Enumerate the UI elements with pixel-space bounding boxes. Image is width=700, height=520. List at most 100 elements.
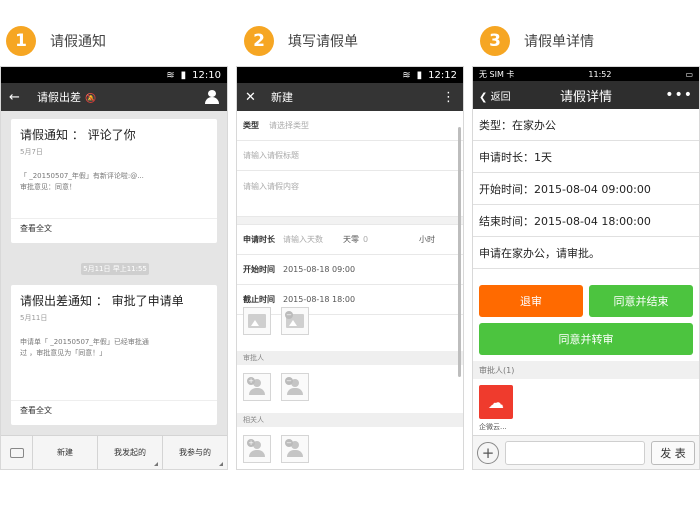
app-bar: ← 请假出差 🔕 [1, 83, 227, 111]
detail-type: 类型：在家办公 [473, 109, 699, 141]
card-title: 请假出差通知 ： 审批了申请单 [20, 294, 184, 308]
title-input[interactable]: 请输入请假标题 [237, 141, 463, 171]
card-body: 申请单「 _20150507_年假」已经审批通 过 ，审批意见为「同意！」 [20, 337, 208, 359]
card-body-line: 过 ，审批意见为「同意！」 [20, 349, 107, 357]
keyboard-toggle[interactable] [1, 435, 33, 469]
end-time-value: 2015-08-18 18:00 [283, 295, 356, 304]
step-label: 请假通知 [50, 34, 106, 50]
scrollbar[interactable] [458, 127, 461, 377]
status-bar: ≋ ▮ 12:12 [237, 67, 463, 83]
back-button[interactable]: ❮ 返回 [479, 88, 511, 103]
phone-notification-screen: ≋ ▮ 12:10 ← 请假出差 🔕 请假通知 ： 评论了你 5月7日 「 _20… [0, 66, 228, 470]
card-date: 5月7日 [20, 148, 43, 156]
chat-title: 请假出差 [37, 91, 81, 104]
bottom-menu-bar: 新建 我发起的 我参与的 [1, 435, 227, 469]
spacer [237, 217, 463, 225]
remove-image-button[interactable]: − [281, 307, 309, 335]
profile-icon[interactable] [205, 90, 219, 104]
type-field[interactable]: 类型 请选择类型 [237, 111, 463, 141]
step-number-badge: 1 [6, 26, 36, 56]
card-date: 5月11日 [20, 314, 48, 322]
card-title: 请假通知 ： 评论了你 [20, 128, 136, 142]
more-vertical-icon[interactable]: ⋮ [442, 90, 455, 105]
start-time-field[interactable]: 开始时间 2015-08-18 09:00 [237, 255, 463, 285]
avatar: ☁ [479, 385, 513, 419]
plus-icon: + [247, 377, 255, 385]
image-icon [248, 314, 266, 328]
step-label: 请假单详情 [524, 34, 594, 50]
cloud-icon: ☁ [488, 392, 504, 412]
carrier-label: 无 SIM 卡 [479, 69, 515, 79]
field-label: 类型 [243, 121, 259, 130]
status-time: 12:10 [192, 69, 221, 81]
approver-item[interactable]: ☁ 企微云... [479, 385, 513, 432]
duration-field: 申请时长 请输入天数 天零 0 小时 [237, 225, 463, 255]
plus-icon[interactable]: + [477, 441, 499, 464]
notification-card[interactable]: 请假通知 ： 评论了你 5月7日 「 _20150507_年假」有新评论啦:@.… [11, 119, 217, 243]
more-horizontal-icon[interactable]: ••• [665, 87, 693, 103]
signal-icon: ▮ [180, 69, 187, 81]
status-time: 12:12 [428, 69, 457, 81]
detail-duration: 申请时长：1天 [473, 141, 699, 173]
related-section-header: 相关人 [237, 413, 463, 427]
card-body-line: 「 _20150507_年假」有新评论啦:@... [20, 172, 144, 180]
field-label: 开始时间 [243, 265, 275, 274]
start-time-value: 2015-08-18 09:00 [283, 265, 356, 274]
step-1-heading: 1 请假通知 [6, 26, 106, 56]
add-related-button[interactable]: + [243, 435, 271, 463]
menu-label: 我发起的 [114, 448, 146, 457]
approve-forward-button[interactable]: 同意并转审 [479, 323, 693, 355]
view-full-link[interactable]: 查看全文 [20, 405, 52, 416]
add-approver-button[interactable]: + [243, 373, 271, 401]
plus-icon: + [247, 439, 255, 447]
hours-input[interactable]: 0 [363, 235, 419, 244]
remove-related-button[interactable]: − [281, 435, 309, 463]
send-button[interactable]: 发 表 [651, 440, 695, 465]
divider [11, 400, 217, 401]
step-2-heading: 2 填写请假单 [244, 26, 358, 56]
phone-new-request-screen: ≋ ▮ 12:12 ✕ 新建 ⋮ 类型 请选择类型 请输入请假标题 请输入请假内… [236, 66, 464, 470]
wifi-icon: ≋ [166, 69, 175, 81]
menu-initiated[interactable]: 我发起的 [98, 435, 163, 469]
timestamp-pill: 5月11日 早上11:55 [81, 263, 149, 275]
chevron-left-icon: ❮ [479, 91, 488, 103]
detail-content: 申请在家办公，请审批。 [473, 237, 699, 269]
close-icon[interactable]: ✕ [245, 90, 259, 105]
view-full-link[interactable]: 查看全文 [20, 223, 52, 234]
card-body-line: 审批意见：同意！ [20, 183, 76, 191]
days-input[interactable]: 请输入天数 [283, 234, 343, 245]
title-placeholder: 请输入请假标题 [243, 151, 299, 160]
nav-bar: ❮ 返回 请假详情 ••• [473, 81, 699, 109]
wifi-icon: ≋ [402, 69, 411, 81]
content-input[interactable]: 请输入请假内容 [237, 171, 463, 217]
approve-end-button[interactable]: 同意并结束 [589, 285, 693, 317]
divider [11, 218, 217, 219]
detail-end-time: 结束时间：2015-08-04 18:00:00 [473, 205, 699, 237]
tutorial-canvas: 1 请假通知 2 填写请假单 3 请假单详情 ≋ ▮ 12:10 ← 请假出差 🔕… [0, 0, 700, 520]
hours-unit-label: 小时 [419, 235, 435, 244]
menu-new[interactable]: 新建 [33, 435, 98, 469]
type-select[interactable]: 请选择类型 [269, 120, 309, 131]
mute-icon: 🔕 [85, 94, 97, 104]
back-arrow-icon[interactable]: ← [9, 90, 23, 105]
step-number-badge: 2 [244, 26, 274, 56]
minus-icon: − [285, 439, 293, 447]
menu-label: 我参与的 [179, 448, 211, 457]
battery-icon: ▭ [685, 69, 693, 79]
phone-detail-screen: 无 SIM 卡 11:52 ▭ ❮ 返回 请假详情 ••• 类型：在家办公 申请… [472, 66, 700, 470]
submenu-indicator-icon [154, 461, 158, 466]
add-image-button[interactable] [243, 307, 271, 335]
approver-section-header: 审批人 [237, 351, 463, 365]
reject-button[interactable]: 退审 [479, 285, 583, 317]
step-label: 填写请假单 [288, 34, 358, 50]
back-label: 返回 [490, 91, 511, 103]
status-bar: 无 SIM 卡 11:52 ▭ [473, 67, 699, 81]
menu-participated[interactable]: 我参与的 [163, 436, 227, 470]
app-bar: ✕ 新建 ⋮ [237, 83, 463, 111]
notification-card[interactable]: 请假出差通知 ： 审批了申请单 5月11日 申请单「 _20150507_年假」… [11, 285, 217, 425]
remove-approver-button[interactable]: − [281, 373, 309, 401]
content-placeholder: 请输入请假内容 [243, 182, 299, 191]
step-number-badge: 3 [480, 26, 510, 56]
comment-input[interactable] [505, 440, 645, 465]
step-3-heading: 3 请假单详情 [480, 26, 594, 56]
